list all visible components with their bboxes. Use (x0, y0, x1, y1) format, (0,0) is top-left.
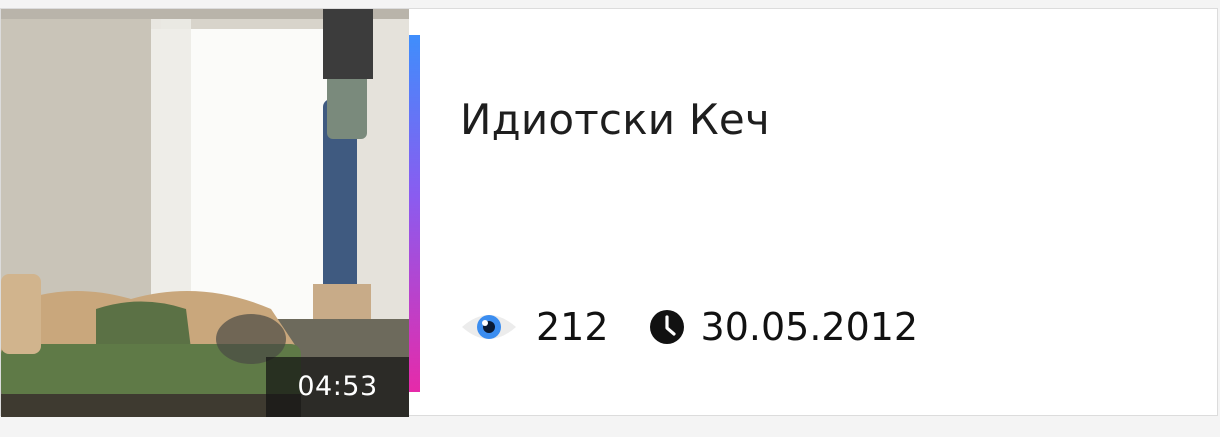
publish-date: 30.05.2012 (700, 305, 919, 349)
video-card[interactable]: 04:53 Идиотски Кеч 212 30.05.2012 (0, 8, 1218, 417)
thumbnail-image (1, 9, 409, 417)
duration-badge: 04:53 (266, 357, 409, 417)
page-background (0, 417, 1220, 437)
accent-bar (409, 35, 420, 392)
video-thumbnail[interactable]: 04:53 (1, 9, 409, 417)
clock-icon (649, 309, 685, 345)
video-title[interactable]: Идиотски Кеч (460, 95, 770, 144)
eye-icon (460, 307, 518, 347)
view-count: 212 (536, 305, 609, 349)
video-meta: 212 30.05.2012 (460, 299, 918, 355)
